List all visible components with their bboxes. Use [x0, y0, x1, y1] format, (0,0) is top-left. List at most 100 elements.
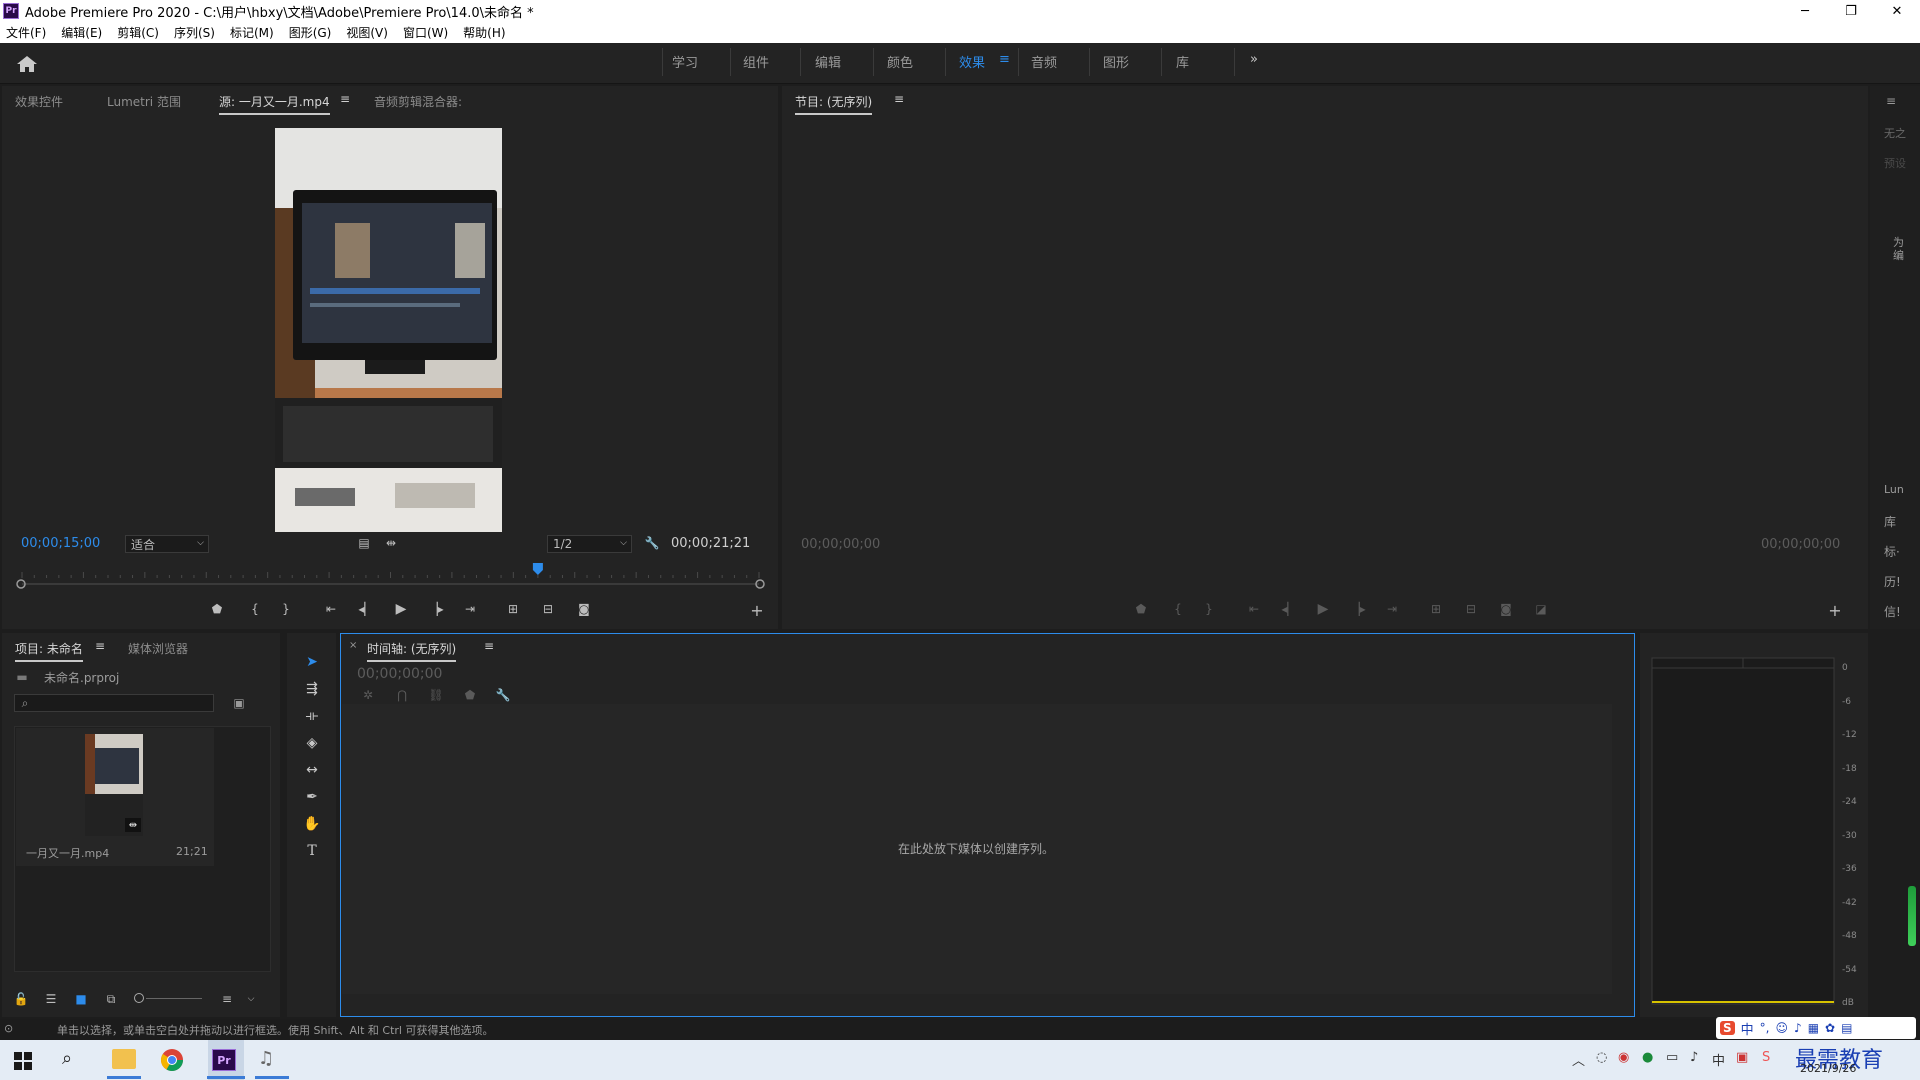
type-tool-icon[interactable]: T — [302, 841, 322, 861]
slip-tool-icon[interactable]: ↔ — [302, 760, 322, 780]
project-search-input[interactable] — [14, 694, 214, 712]
workspace-color[interactable]: 颜色 — [887, 52, 913, 71]
right-item-preset[interactable]: 预设 — [1884, 155, 1906, 171]
toolbox-icon[interactable]: ▤ — [1841, 1021, 1852, 1035]
wrench-settings-icon[interactable]: 🔧 — [643, 534, 661, 552]
tab-program[interactable]: 节目: (无序列) — [795, 93, 873, 115]
track-select-tool-icon[interactable]: ⇶ — [302, 679, 322, 699]
mark-out-icon[interactable]: } — [1200, 600, 1218, 618]
new-bin-icon[interactable]: ▣ — [230, 694, 248, 712]
tray-expand-icon[interactable]: ︿ — [1572, 1050, 1585, 1069]
menu-window[interactable]: 窗口(W) — [403, 24, 448, 41]
minimize-button[interactable]: ─ — [1782, 0, 1828, 22]
chevron-down-icon[interactable]: ⌵ — [242, 990, 260, 1008]
zoom-slider[interactable] — [134, 993, 204, 1005]
list-view-icon[interactable]: ☰ — [42, 990, 60, 1008]
go-to-out-icon[interactable]: ⇥ — [461, 600, 479, 618]
ime-indicator[interactable]: 中 — [1712, 1050, 1725, 1069]
program-timecode-left[interactable]: 00;00;00;00 — [801, 537, 880, 552]
ripple-edit-tool-icon[interactable]: ⟛ — [302, 706, 322, 726]
play-icon[interactable]: ▶ — [392, 600, 410, 618]
security-icon[interactable]: ▣ — [1736, 1050, 1748, 1065]
tab-source[interactable]: 源: 一月又一月.mp4 — [219, 93, 330, 115]
menu-help[interactable]: 帮助(H) — [463, 24, 505, 41]
menu-markers[interactable]: 标记(M) — [230, 24, 274, 41]
add-marker-icon[interactable]: ⬟ — [208, 600, 226, 618]
step-forward-icon[interactable]: ▕▸ — [427, 600, 445, 618]
step-back-icon[interactable]: ◂▏ — [357, 600, 375, 618]
wrench-settings-icon[interactable]: 🔧 — [494, 686, 512, 704]
panel-menu-icon[interactable]: ≡ — [95, 639, 105, 653]
sort-icons-icon[interactable]: ≡ — [218, 990, 236, 1008]
right-item-markers[interactable]: 标· — [1884, 543, 1900, 560]
ime-mode-indicator[interactable]: 中 — [1741, 1019, 1754, 1038]
workspace-assembly[interactable]: 组件 — [743, 52, 769, 71]
volume-icon[interactable]: ♪ — [1690, 1050, 1698, 1065]
timeline-timecode[interactable]: 00;00;00;00 — [357, 666, 442, 682]
go-to-in-icon[interactable]: ⇤ — [1245, 600, 1263, 618]
mark-in-icon[interactable]: { — [246, 600, 264, 618]
menu-clip[interactable]: 剪辑(C) — [117, 24, 159, 41]
windows-start-icon[interactable] — [14, 1052, 32, 1070]
panel-menu-icon[interactable]: ≡ — [484, 639, 494, 653]
menu-file[interactable]: 文件(F) — [6, 24, 46, 41]
lock-icon[interactable]: 🔓 — [12, 990, 30, 1008]
lift-icon[interactable]: ⊞ — [1427, 600, 1445, 618]
file-explorer-icon[interactable] — [112, 1049, 136, 1069]
premiere-taskbar-icon[interactable]: Pr — [212, 1049, 236, 1071]
add-button-icon[interactable]: + — [1826, 601, 1844, 620]
home-icon[interactable] — [14, 53, 40, 75]
playback-resolution-dropdown[interactable]: 1/2 ⌵ — [547, 535, 632, 553]
right-item-lumetri[interactable]: Lun — [1884, 483, 1904, 496]
workspace-learn[interactable]: 学习 — [672, 52, 698, 71]
overwrite-icon[interactable]: ⊟ — [539, 600, 557, 618]
panel-menu-icon[interactable]: ≡ — [340, 92, 350, 106]
go-to-out-icon[interactable]: ⇥ — [1383, 600, 1401, 618]
drag-audio-only-icon[interactable]: ⇹ — [382, 534, 400, 552]
punctuation-icon[interactable]: °, — [1760, 1021, 1770, 1035]
sogou-logo-icon[interactable]: S — [1720, 1021, 1735, 1035]
chrome-icon[interactable] — [160, 1048, 184, 1072]
tab-timeline[interactable]: 时间轴: (无序列) — [367, 640, 457, 662]
play-icon[interactable]: ▶ — [1314, 600, 1332, 618]
drag-video-only-icon[interactable]: ▤ — [355, 534, 373, 552]
search-icon[interactable]: ⌕ — [62, 1048, 72, 1069]
sogou-icon[interactable]: S — [1762, 1050, 1770, 1065]
add-marker-icon[interactable]: ⬟ — [1132, 600, 1150, 618]
add-button-icon[interactable]: + — [748, 601, 766, 620]
hand-tool-icon[interactable]: ✋ — [302, 814, 322, 834]
linked-selection-icon[interactable]: ⛓ — [427, 686, 445, 704]
project-clip-card[interactable]: ⇹ 一月又一月.mp4 21;21 — [16, 728, 214, 866]
insert-icon[interactable]: ⊞ — [504, 600, 522, 618]
workspace-audio[interactable]: 音频 — [1031, 52, 1057, 71]
source-timecode-in[interactable]: 00;00;15;00 — [21, 536, 100, 551]
close-button[interactable]: ✕ — [1874, 0, 1920, 22]
tab-project[interactable]: 项目: 未命名 — [15, 640, 83, 662]
menu-sequence[interactable]: 序列(S) — [174, 24, 215, 41]
workspace-effects[interactable]: 效果 — [959, 52, 985, 71]
pen-tool-icon[interactable]: ✒ — [302, 787, 322, 807]
qq-icon[interactable]: ◉ — [1618, 1050, 1629, 1065]
step-forward-icon[interactable]: ▕▸ — [1349, 600, 1367, 618]
voice-icon[interactable]: ♪ — [1794, 1021, 1802, 1035]
playhead-icon[interactable] — [532, 563, 543, 575]
network-icon[interactable]: ▭ — [1666, 1050, 1678, 1065]
right-item-history[interactable]: 历! — [1884, 573, 1901, 590]
app-taskbar-icon[interactable]: ♫ — [258, 1048, 274, 1069]
taskbar-date[interactable]: 2021/9/26 — [1800, 1062, 1856, 1075]
menu-edit[interactable]: 编辑(E) — [61, 24, 102, 41]
icon-view-icon[interactable]: ■ — [72, 990, 90, 1008]
menu-graphics[interactable]: 图形(G) — [289, 24, 332, 41]
go-to-in-icon[interactable]: ⇤ — [322, 600, 340, 618]
workspace-editing[interactable]: 编辑 — [815, 52, 841, 71]
wechat-icon[interactable]: ● — [1642, 1050, 1653, 1065]
keyboard-icon[interactable]: ▦ — [1808, 1021, 1819, 1035]
skin-icon[interactable]: ✿ — [1825, 1021, 1835, 1035]
export-frame-camera-icon[interactable]: ◙ — [1497, 600, 1515, 618]
step-back-icon[interactable]: ◂▏ — [1280, 600, 1298, 618]
mark-in-icon[interactable]: { — [1169, 600, 1187, 618]
workspace-effects-menu-icon[interactable]: ≡ — [999, 52, 1010, 67]
menu-view[interactable]: 视图(V) — [346, 24, 388, 41]
workspace-libraries[interactable]: 库 — [1176, 52, 1189, 71]
maximize-button[interactable]: ❐ — [1828, 0, 1874, 22]
